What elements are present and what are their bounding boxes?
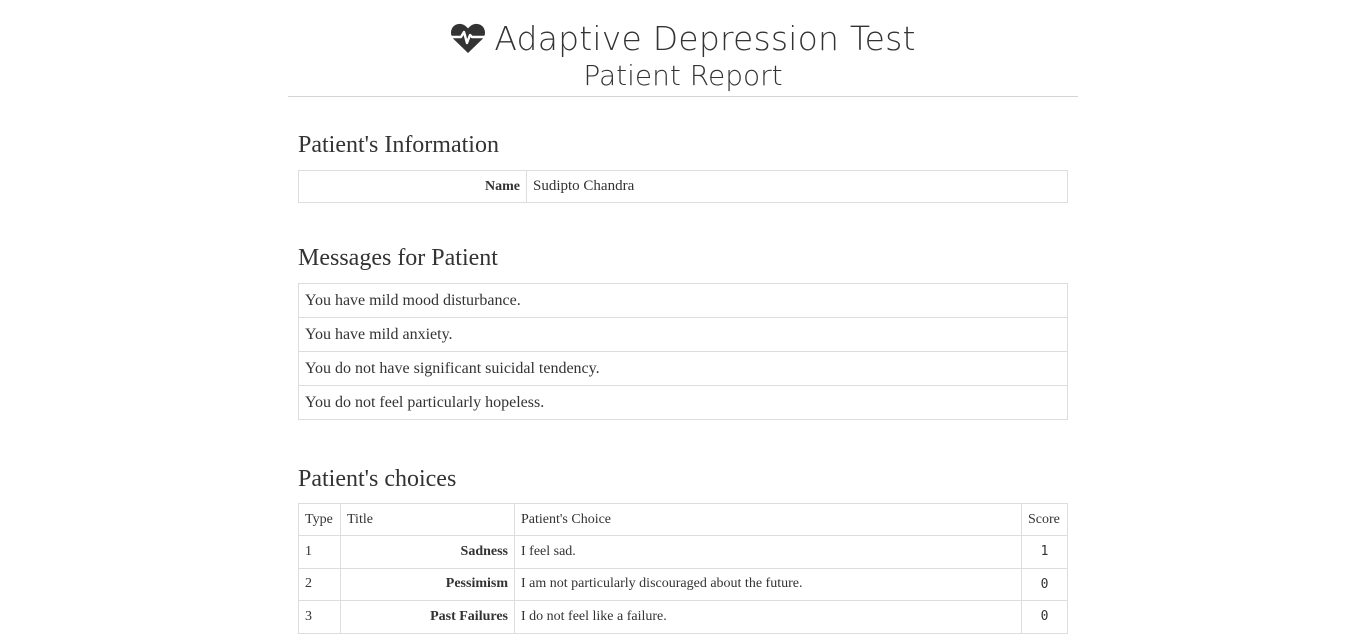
message-text: You have mild mood disturbance. [298,283,1068,318]
messages-table: You have mild mood disturbance. You have… [298,283,1068,420]
patient-name-row: Name Sudipto Chandra [298,170,1068,203]
row-title: Past Failures [340,600,515,634]
message-row: You have mild mood disturbance. [298,283,1068,318]
choices-header-row: Type Title Patient's Choice Score [298,503,1068,536]
row-title: Sadness [340,535,515,569]
message-row: You do not feel particularly hopeless. [298,385,1068,420]
row-choice: I feel sad. [514,535,1022,569]
choices-heading: Patient's choices [298,466,457,492]
column-header-score: Score [1021,503,1068,536]
row-score: 0 [1021,600,1068,634]
app-title: Adaptive Depression Test [288,16,1078,60]
table-row: 2 Pessimism I am not particularly discou… [298,567,1068,602]
messages-heading: Messages for Patient [298,245,498,271]
row-type: 3 [298,600,341,634]
message-row: You have mild anxiety. [298,317,1068,352]
app-title-text: Adaptive Depression Test [494,18,916,58]
column-header-choice: Patient's Choice [514,503,1022,536]
report-subtitle: Patient Report [583,59,783,92]
row-choice: I do not feel like a failure. [514,600,1022,634]
patient-name-value: Sudipto Chandra [526,170,1068,203]
heartbeat-icon [450,23,487,53]
row-score: 0 [1021,567,1068,602]
row-choice: I am not particularly discouraged about … [514,567,1022,602]
patient-info-table: Name Sudipto Chandra [298,170,1068,203]
table-row: 1 Sadness I feel sad. 1 [298,535,1068,569]
patient-info-heading: Patient's Information [298,132,499,158]
report-page: Adaptive Depression Test Patient Report … [0,0,1366,638]
message-text: You have mild anxiety. [298,317,1068,352]
table-row: 3 Past Failures I do not feel like a fai… [298,600,1068,634]
message-text: You do not have significant suicidal ten… [298,351,1068,386]
column-header-type: Type [298,503,341,536]
patient-name-label: Name [298,170,527,203]
row-score: 1 [1021,535,1068,569]
choices-table: Type Title Patient's Choice Score 1 Sadn… [298,503,1068,634]
report-header: Adaptive Depression Test Patient Report [288,0,1078,97]
row-type: 1 [298,535,341,569]
message-row: You do not have significant suicidal ten… [298,351,1068,386]
column-header-title: Title [340,503,515,536]
message-text: You do not feel particularly hopeless. [298,385,1068,420]
row-title: Pessimism [340,567,515,602]
row-type: 2 [298,567,341,602]
